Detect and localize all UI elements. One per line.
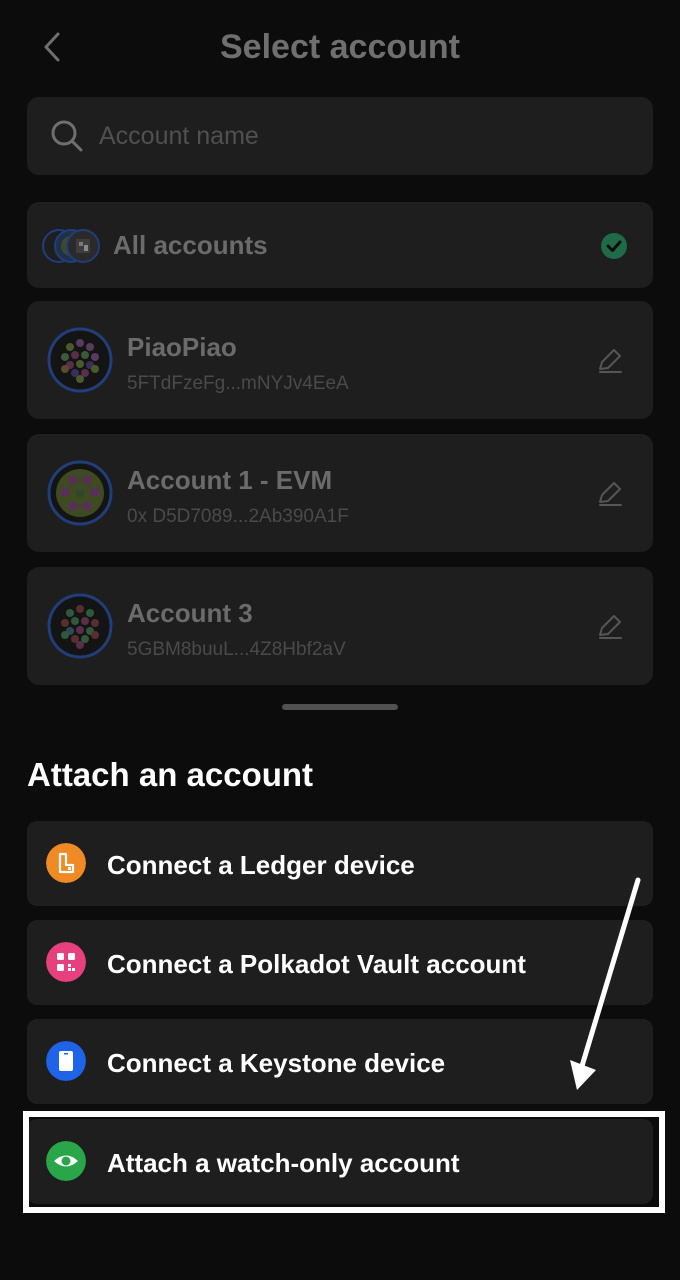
- ledger-icon: [46, 843, 86, 883]
- header: Select account: [0, 0, 680, 100]
- account-address: 0x D5D7089...2Ab390A1F: [127, 506, 349, 527]
- account-row[interactable]: Account 1 - EVM 0x D5D7089...2Ab390A1F: [27, 434, 653, 552]
- keystone-icon: [46, 1041, 86, 1081]
- search-bar[interactable]: [27, 97, 653, 175]
- search-input[interactable]: [99, 97, 619, 175]
- all-accounts-label: All accounts: [113, 230, 268, 260]
- pencil-icon[interactable]: [595, 478, 625, 508]
- pencil-icon[interactable]: [595, 345, 625, 375]
- qr-icon: [46, 942, 86, 982]
- stacked-avatars-icon: [42, 229, 100, 263]
- account-name: Account 1 - EVM: [127, 465, 333, 495]
- pencil-icon[interactable]: [595, 611, 625, 641]
- search-icon: [51, 120, 83, 152]
- account-avatar: [47, 460, 113, 526]
- account-address: 5GBM8buuL...4Z8Hbf2aV: [127, 639, 346, 660]
- option-label: Connect a Polkadot Vault account: [107, 949, 526, 979]
- sheet-drag-handle[interactable]: [282, 704, 398, 710]
- account-row[interactable]: PiaoPiao 5FTdFzeFg...mNYJv4EeA: [27, 301, 653, 419]
- account-name: PiaoPiao: [127, 332, 237, 362]
- account-avatar: [47, 327, 113, 393]
- option-label: Connect a Ledger device: [107, 850, 415, 880]
- highlight-box: [23, 1111, 665, 1213]
- account-address: 5FTdFzeFg...mNYJv4EeA: [127, 373, 349, 394]
- all-accounts-row[interactable]: All accounts: [27, 202, 653, 288]
- account-avatar: [47, 593, 113, 659]
- account-name: Account 3: [127, 598, 253, 628]
- arrow-down-icon: [570, 877, 641, 1090]
- account-row[interactable]: Account 3 5GBM8buuL...4Z8Hbf2aV: [27, 567, 653, 685]
- sheet-title: Attach an account: [27, 756, 314, 793]
- check-circle-icon: [601, 233, 627, 259]
- page-title: Select account: [220, 28, 460, 66]
- option-label: Connect a Keystone device: [107, 1048, 446, 1078]
